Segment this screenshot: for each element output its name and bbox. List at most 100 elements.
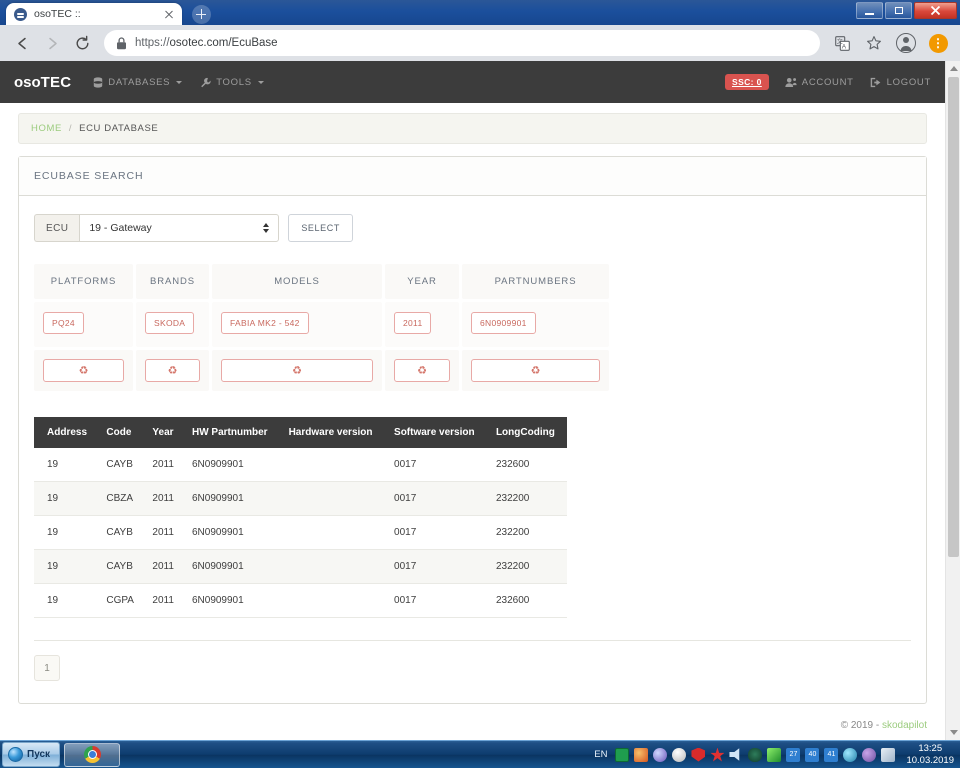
breadcrumb-home[interactable]: HOME <box>31 123 62 134</box>
recycle-icon[interactable]: ♻ <box>43 359 124 382</box>
nav-item-account[interactable]: ACCOUNT <box>785 77 854 88</box>
tray-icon-num-40[interactable]: 40 <box>805 747 820 762</box>
cell-year: 2011 <box>144 583 184 618</box>
taskbar-item-chrome[interactable] <box>64 742 121 767</box>
scroll-down-icon[interactable] <box>946 725 960 740</box>
filter-column-models: MODELS FABIA MK2 - 542 ♻ <box>212 264 382 391</box>
bookmark-button[interactable] <box>860 29 888 57</box>
recycle-icon[interactable]: ♻ <box>145 359 200 382</box>
filter-chip[interactable]: FABIA MK2 - 542 <box>221 312 309 334</box>
recycle-icon[interactable]: ♻ <box>394 359 450 382</box>
tray-icon-viber[interactable] <box>862 747 877 762</box>
tray-icon-ccleaner[interactable] <box>634 747 649 762</box>
chrome-menu-button[interactable]: ⋮ <box>924 29 952 57</box>
recycle-icon[interactable]: ♻ <box>221 359 373 382</box>
cell-longcoding: 232600 <box>487 583 567 618</box>
translate-button[interactable]: A 文 <box>828 29 856 57</box>
filter-chip[interactable]: 2011 <box>394 312 432 334</box>
table-row[interactable]: 19 CAYB 2011 6N0909901 0017 232200 <box>34 549 567 584</box>
status-badge[interactable]: SSC: 0 <box>725 74 769 90</box>
cell-code[interactable]: CGPA <box>98 583 145 618</box>
cell-code[interactable]: CAYB <box>98 448 145 482</box>
cell-longcoding: 232200 <box>487 481 567 516</box>
table-row[interactable]: 19 CGPA 2011 6N0909901 0017 232600 <box>34 583 567 618</box>
filter-chips-year: 2011 <box>385 302 459 347</box>
ecu-select[interactable]: 19 - Gateway <box>79 214 280 242</box>
table-row[interactable]: 19 CAYB 2011 6N0909901 0017 232200 <box>34 515 567 550</box>
brand-logo[interactable]: osoTEC <box>14 74 71 91</box>
tray-icon-num-27[interactable]: 27 <box>786 747 801 762</box>
tray-icon-security-shield[interactable] <box>691 747 706 762</box>
filter-column-partnumbers: PARTNUMBERS 6N0909901 ♻ <box>462 264 609 391</box>
scrollbar-thumb[interactable] <box>948 77 959 557</box>
start-button[interactable]: Пуск <box>2 742 61 767</box>
chevron-down-icon <box>257 80 264 84</box>
reload-button[interactable] <box>68 29 96 57</box>
footer-link[interactable]: skodapilot <box>882 720 927 731</box>
tray-icon-volume[interactable] <box>729 748 740 761</box>
tray-icon-totalcmd[interactable] <box>767 747 782 762</box>
tray-icon-disc[interactable] <box>653 747 668 762</box>
minimize-button[interactable] <box>856 2 883 19</box>
filter-chip[interactable]: SKODA <box>145 312 195 334</box>
cell-hw-partnumber[interactable]: 6N0909901 <box>183 549 281 584</box>
tray-icon-warning[interactable] <box>843 747 858 762</box>
tray-icon-kaspersky[interactable] <box>710 747 725 762</box>
table-row[interactable]: 19 CBZA 2011 6N0909901 0017 232200 <box>34 481 567 516</box>
tray-icon-punto[interactable] <box>615 747 630 762</box>
page-viewport: osoTEC DATABASES TOOLS SSC: 0 ACCOUNT LO… <box>0 61 960 740</box>
column-header-hardware-version: Hardware version <box>280 417 387 448</box>
profile-button[interactable] <box>892 29 920 57</box>
taskbar-clock[interactable]: 13:25 10.03.2019 <box>900 743 954 767</box>
breadcrumb-separator: / <box>68 123 73 134</box>
address-bar[interactable]: https://osotec.com/EcuBase <box>104 30 820 56</box>
filter-column-year: YEAR 2011 ♻ <box>385 264 459 391</box>
url-text: https://osotec.com/EcuBase <box>135 37 278 49</box>
cell-longcoding: 232200 <box>487 549 567 584</box>
new-tab-button[interactable] <box>188 4 214 24</box>
close-icon[interactable] <box>162 7 176 21</box>
results-table-container: Address Code Year HW Partnumber Hardware… <box>34 417 567 618</box>
browser-toolbar: https://osotec.com/EcuBase A 文 ⋮ <box>0 25 960 61</box>
cell-code[interactable]: CBZA <box>98 481 145 516</box>
cell-hw-partnumber[interactable]: 6N0909901 <box>183 448 281 482</box>
select-button[interactable]: SELECT <box>288 214 353 242</box>
close-window-button[interactable] <box>914 2 957 19</box>
cell-hw-partnumber[interactable]: 6N0909901 <box>183 515 281 550</box>
pagination-page-1[interactable]: 1 <box>35 656 59 680</box>
favicon-icon <box>14 7 27 21</box>
cell-code[interactable]: CAYB <box>98 549 145 584</box>
scroll-up-icon[interactable] <box>946 61 960 76</box>
table-header: Address Code Year HW Partnumber Hardware… <box>34 417 567 448</box>
cell-hw-partnumber[interactable]: 6N0909901 <box>183 583 281 618</box>
cell-hardware-version <box>280 515 387 550</box>
cell-hw-partnumber[interactable]: 6N0909901 <box>183 481 281 516</box>
filter-reset-year: ♻ <box>385 350 459 391</box>
footer-copyright: © 2019 - <box>840 720 882 731</box>
nav-item-logout[interactable]: LOGOUT <box>870 77 931 88</box>
lock-icon <box>117 36 126 49</box>
panel-container: ECUBASE SEARCH ECU 19 - Gateway SELECT P… <box>0 144 945 704</box>
tray-icon-network[interactable] <box>881 747 896 762</box>
tray-icon-vag[interactable] <box>672 747 687 762</box>
forward-button[interactable] <box>38 29 66 57</box>
table-row[interactable]: 19 CAYB 2011 6N0909901 0017 232600 <box>34 448 567 482</box>
recycle-icon[interactable]: ♻ <box>471 359 600 382</box>
filter-chip[interactable]: PQ24 <box>43 312 84 334</box>
page-scrollbar[interactable] <box>945 61 960 740</box>
nav-item-tools[interactable]: TOOLS <box>200 77 264 88</box>
nav-item-databases[interactable]: DATABASES <box>93 77 183 88</box>
cell-code[interactable]: CAYB <box>98 515 145 550</box>
filter-title-models: MODELS <box>212 264 382 299</box>
filter-title-partnumbers: PARTNUMBERS <box>462 264 609 299</box>
column-header-code: Code <box>98 417 145 448</box>
tray-language[interactable]: EN <box>594 749 607 760</box>
browser-tab[interactable]: osoTEC :: <box>6 3 182 25</box>
tray-icon-owl[interactable] <box>748 747 763 762</box>
avatar <box>896 33 916 53</box>
tray-icon-num-41[interactable]: 41 <box>824 747 839 762</box>
filter-chip[interactable]: 6N0909901 <box>471 312 536 334</box>
filter-title-platforms: PLATFORMS <box>34 264 133 299</box>
restore-button[interactable] <box>885 2 912 19</box>
back-button[interactable] <box>8 29 36 57</box>
